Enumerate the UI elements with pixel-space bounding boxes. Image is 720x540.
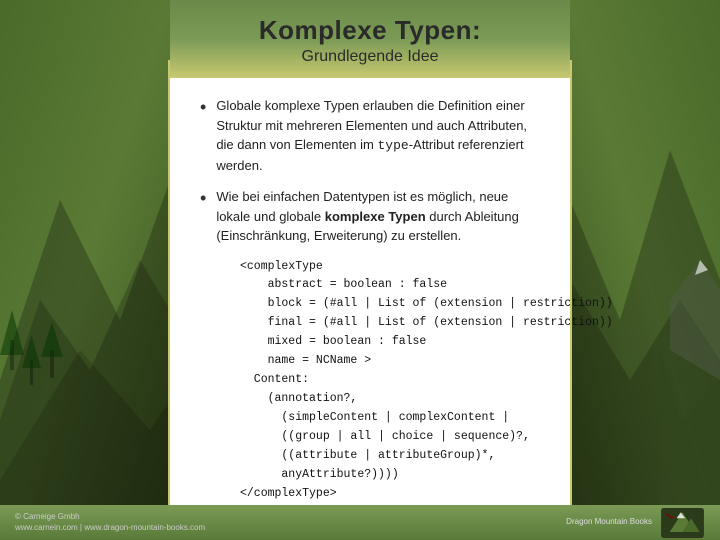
- right-separator: [570, 60, 572, 505]
- code-line-13: </complexType>: [240, 485, 540, 504]
- slide: Komplexe Typen: Grundlegende Idee • Glob…: [0, 0, 720, 540]
- code-line-7: Content:: [240, 371, 540, 390]
- bullet-item-1: • Globale komplexe Typen erlauben die De…: [200, 96, 540, 175]
- right-decoration: [570, 0, 720, 540]
- code-block: <complexType abstract = boolean : false …: [240, 258, 540, 505]
- footer-left: © Carneige Gmbh www.carnein.com | www.dr…: [15, 512, 205, 533]
- code-line-10: ((group | all | choice | sequence)?,: [240, 428, 540, 447]
- left-separator: [168, 60, 170, 505]
- code-line-4: final = (#all | List of (extension | res…: [240, 314, 540, 333]
- slide-subtitle: Grundlegende Idee: [200, 48, 540, 66]
- slide-body: • Globale komplexe Typen erlauben die De…: [170, 78, 570, 519]
- code-line-2: abstract = boolean : false: [240, 276, 540, 295]
- code-line-9: (simpleContent | complexContent |: [240, 409, 540, 428]
- bullet-item-2: • Wie bei einfachen Datentypen ist es mö…: [200, 187, 540, 246]
- bullet-dot-1: •: [200, 97, 206, 118]
- bullet-dot-2: •: [200, 188, 206, 209]
- slide-header: Komplexe Typen: Grundlegende Idee: [170, 0, 570, 78]
- code-line-1: <complexType: [240, 258, 540, 277]
- bullet-text-2: Wie bei einfachen Datentypen ist es mögl…: [216, 187, 540, 246]
- footer-right: Dragon Mountain Books: [566, 508, 705, 538]
- slide-title: Komplexe Typen:: [200, 15, 540, 46]
- brand-logo: [660, 508, 705, 538]
- footer-bar: © Carneige Gmbh www.carnein.com | www.dr…: [0, 505, 720, 540]
- left-decoration: [0, 0, 170, 540]
- code-line-12: anyAttribute?)))): [240, 466, 540, 485]
- code-line-5: mixed = boolean : false: [240, 333, 540, 352]
- main-content-area: Komplexe Typen: Grundlegende Idee • Glob…: [170, 0, 570, 540]
- code-line-8: (annotation?,: [240, 390, 540, 409]
- code-line-3: block = (#all | List of (extension | res…: [240, 295, 540, 314]
- brand-name: Dragon Mountain Books: [566, 517, 652, 526]
- footer-url: www.carnein.com | www.dragon-mountain-bo…: [15, 523, 205, 532]
- footer-brand-text: Dragon Mountain Books: [566, 517, 652, 527]
- bullet-text-1: Globale komplexe Typen erlauben die Defi…: [216, 96, 540, 175]
- footer-copyright: © Carneige Gmbh: [15, 512, 80, 521]
- code-line-11: ((attribute | attributeGroup)*,: [240, 447, 540, 466]
- code-line-6: name = NCName >: [240, 352, 540, 371]
- inline-code-type: type: [377, 138, 408, 153]
